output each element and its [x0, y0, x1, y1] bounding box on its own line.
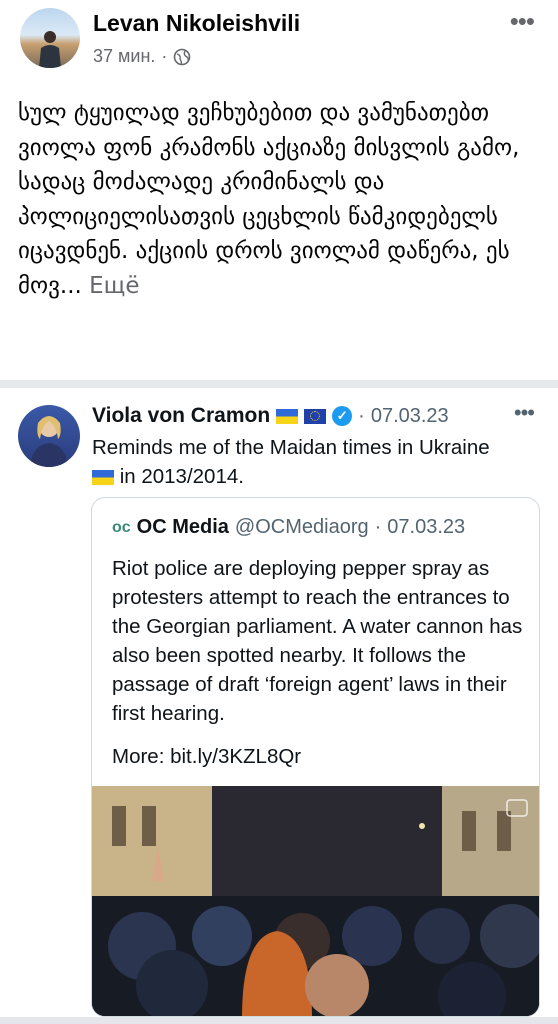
post-time[interactable]: 37 мин. — [93, 46, 155, 67]
tweet-date[interactable]: 07.03.23 — [371, 405, 449, 428]
tweet-options-button[interactable]: ••• — [514, 400, 535, 426]
quote-header: oc OC Media @OCMediaorg · 07.03.23 — [112, 516, 465, 539]
tweet-text-line2: in 2013/2014. — [92, 462, 532, 491]
post-options-button[interactable]: ••• — [510, 6, 535, 37]
tweet-avatar-person-image — [30, 416, 68, 467]
quote-author-name[interactable]: OC Media — [137, 516, 229, 539]
quote-date: 07.03.23 — [387, 516, 466, 538]
quote-more-link[interactable]: More: bit.ly/3KZL8Qr — [112, 745, 301, 769]
author-name[interactable]: Levan Nikoleishvili — [93, 10, 300, 37]
tweet-text: Reminds me of the Maidan times in Ukrain… — [92, 433, 532, 491]
eu-flag-icon — [304, 408, 327, 424]
ukraine-flag-icon — [92, 470, 114, 486]
tweet-separator: · — [358, 404, 365, 427]
ukraine-flag-icon — [276, 408, 299, 424]
tweet-header: Viola von Cramon ✓ · 07.03.23 — [92, 404, 449, 428]
oc-media-logo: oc — [112, 518, 131, 536]
author-avatar[interactable] — [20, 8, 80, 68]
tweet-author-avatar — [18, 405, 80, 467]
protest-photo[interactable] — [92, 786, 539, 1016]
avatar-person-image — [39, 31, 61, 68]
tweet-text-line2-label: in 2013/2014. — [119, 465, 244, 488]
verified-badge-icon: ✓ — [332, 406, 353, 426]
post-meta: 37 мин. · — [93, 46, 191, 67]
globe-icon — [174, 48, 191, 65]
quoted-tweet-card[interactable]: oc OC Media @OCMediaorg · 07.03.23 Riot … — [91, 497, 540, 1017]
tweet-author-name[interactable]: Viola von Cramon — [92, 404, 270, 428]
quote-separator: · — [374, 516, 382, 538]
protest-photo-image — [92, 786, 539, 1016]
bottom-strip — [0, 1017, 558, 1024]
tweet-text-line1: Reminds me of the Maidan times in Ukrain… — [92, 436, 490, 459]
quote-author-handle: @OCMediaorg — [234, 516, 369, 538]
see-more-link[interactable]: Ещё — [89, 273, 139, 299]
post-body: სულ ტყუილად ვეჩხუბებით და ვამუნათებთ ვიო… — [18, 96, 543, 304]
meta-separator: · — [161, 46, 168, 66]
post-text: სულ ტყუილად ვეჩხუბებით და ვამუნათებთ ვიო… — [18, 100, 520, 299]
section-divider — [0, 380, 558, 388]
quote-text: Riot police are deploying pepper spray a… — [112, 557, 523, 725]
post-header: Levan Nikoleishvili 37 мин. · ••• — [0, 0, 558, 80]
